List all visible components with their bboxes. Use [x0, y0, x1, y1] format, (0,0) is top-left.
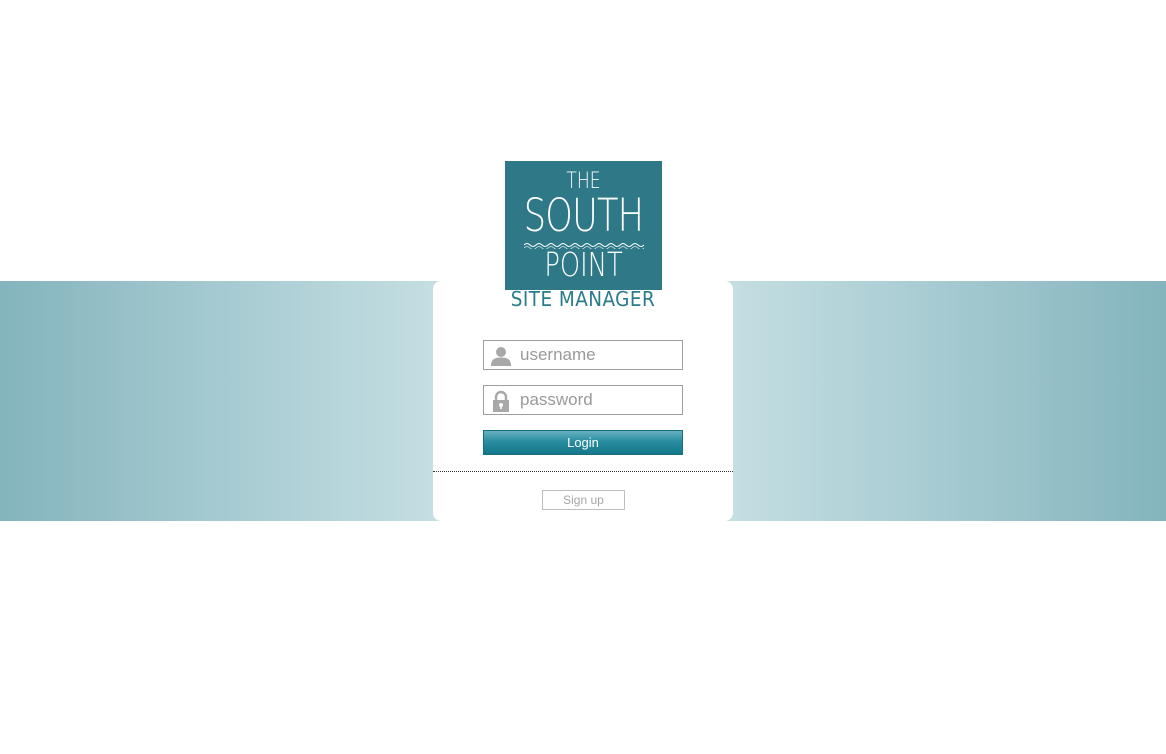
password-input[interactable] — [520, 386, 678, 414]
password-field[interactable] — [483, 385, 683, 415]
lock-icon — [493, 390, 509, 412]
user-icon — [491, 347, 511, 366]
logo-text-point: POINT — [544, 245, 623, 284]
username-field[interactable] — [483, 340, 683, 370]
username-input[interactable] — [520, 341, 678, 369]
login-button[interactable]: Login — [483, 430, 683, 455]
south-point-logo: THE SOUTH POINT — [505, 161, 662, 290]
divider — [433, 471, 733, 472]
logo-text-south: SOUTH — [523, 189, 644, 242]
signup-button[interactable]: Sign up — [542, 490, 625, 510]
page-title: SITE MANAGER — [510, 287, 656, 311]
